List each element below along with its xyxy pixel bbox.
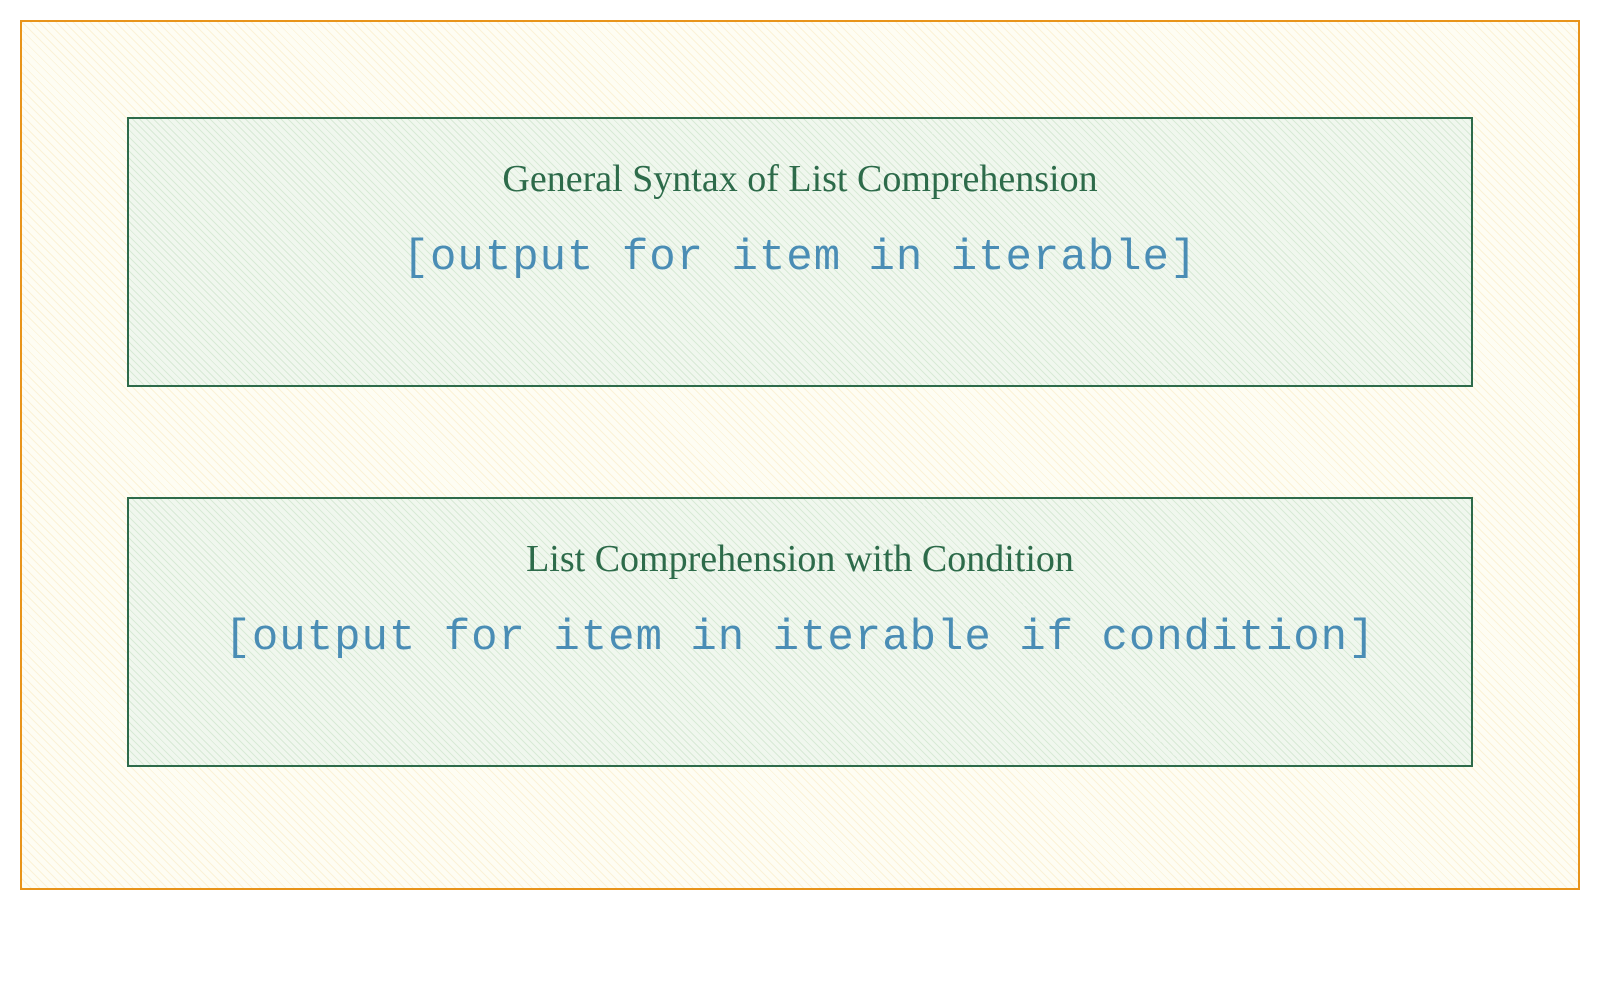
syntax-box-condition: List Comprehension with Condition [outpu…: [127, 497, 1473, 767]
diagram-container: General Syntax of List Comprehension [ou…: [20, 20, 1580, 890]
box-title: List Comprehension with Condition: [526, 537, 1074, 581]
syntax-box-general: General Syntax of List Comprehension [ou…: [127, 117, 1473, 387]
box-title: General Syntax of List Comprehension: [502, 157, 1097, 201]
box-code: [output for item in iterable if conditio…: [225, 613, 1376, 663]
box-code: [output for item in iterable]: [403, 233, 1198, 283]
